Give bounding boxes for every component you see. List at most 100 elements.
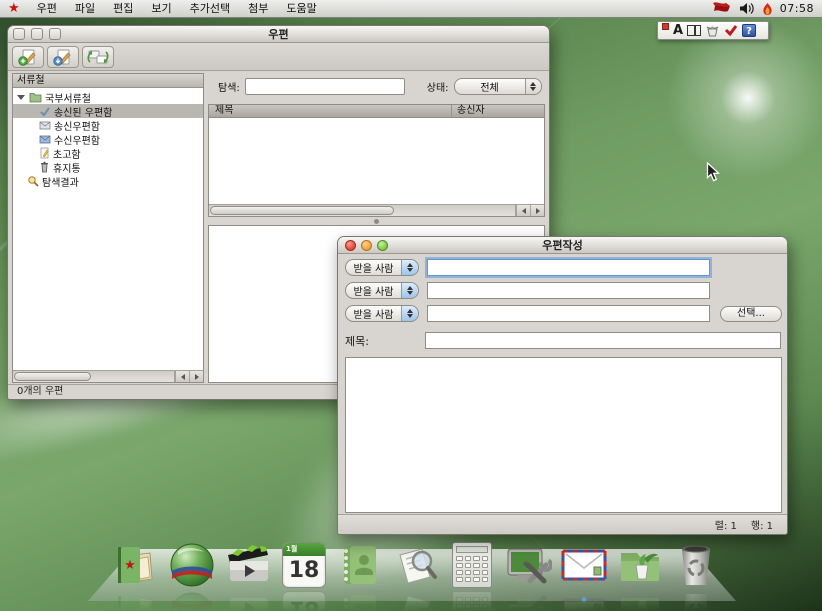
subject-label: 제목: xyxy=(345,333,418,349)
search-input[interactable] xyxy=(245,78,405,95)
scroll-thumb[interactable] xyxy=(210,206,394,215)
tree-label: 초고함 xyxy=(53,146,81,161)
scroll-right-button[interactable] xyxy=(189,371,203,382)
zoom-button[interactable] xyxy=(377,240,388,251)
menu-mail[interactable]: 우편 xyxy=(28,0,66,18)
tree-label: 송신된 우편함 xyxy=(54,104,112,119)
ink-cup-icon[interactable] xyxy=(705,24,720,38)
latin-mode-icon[interactable]: A xyxy=(673,22,683,39)
recipient-type-dropdown[interactable]: 받을 사람 xyxy=(345,282,419,299)
recipient-row-2: 받을 사람 xyxy=(345,282,710,299)
calendar-month-label: 1월 xyxy=(283,543,325,556)
dock-calendar-icon[interactable]: 1월 18 xyxy=(280,541,328,589)
message-list-hscrollbar[interactable] xyxy=(209,204,544,216)
volume-icon[interactable] xyxy=(739,2,755,15)
tree-item-outbox[interactable]: 송신우편함 xyxy=(13,118,203,132)
tree-item-drafts[interactable]: 초고함 xyxy=(13,146,203,160)
subject-input[interactable] xyxy=(425,332,781,349)
menu-options[interactable]: 추가선택 xyxy=(181,0,239,18)
scroll-left-button[interactable] xyxy=(516,205,530,216)
folder-pane-hscrollbar[interactable] xyxy=(13,370,203,382)
search-label: 탐색: xyxy=(218,79,240,94)
window-minimize-button[interactable] xyxy=(31,28,43,40)
dropdown-stepper-icon[interactable] xyxy=(401,306,418,321)
dock-stationery-icon[interactable] xyxy=(616,541,664,589)
folder-pane-header: 서류철 xyxy=(13,74,203,88)
layout-icon[interactable] xyxy=(687,25,701,36)
dock-file-search-icon[interactable] xyxy=(392,541,440,589)
clock: 07:58 xyxy=(780,2,814,15)
dropdown-stepper-icon[interactable] xyxy=(401,260,418,275)
mouse-cursor xyxy=(706,162,720,182)
recipient-type-dropdown[interactable]: 받을 사람 xyxy=(345,305,419,322)
recipient-row-3: 받을 사람 선택... xyxy=(345,305,782,322)
select-recipient-button[interactable]: 선택... xyxy=(720,306,782,322)
check-tool-icon[interactable] xyxy=(724,24,738,37)
dropdown-stepper-icon[interactable] xyxy=(401,283,418,298)
menu-file[interactable]: 파일 xyxy=(66,0,104,18)
menu-help[interactable]: 도움말 xyxy=(277,0,325,18)
scroll-left-button[interactable] xyxy=(175,371,189,382)
scroll-right-button[interactable] xyxy=(530,205,544,216)
window-zoom-button[interactable] xyxy=(49,28,61,40)
palette-close-icon[interactable] xyxy=(662,23,669,30)
compose-window-title: 우편작성 xyxy=(542,239,582,252)
menu-edit[interactable]: 편집 xyxy=(104,0,142,18)
column-sender[interactable]: 송신자 xyxy=(452,105,544,117)
compose-new-button[interactable] xyxy=(12,46,44,68)
recipient-row-1: 받을 사람 xyxy=(345,259,710,276)
flag-icon[interactable] xyxy=(712,2,732,15)
message-list-header: 제목 송신자 xyxy=(209,105,544,118)
tree-label: 휴지통 xyxy=(53,160,81,175)
recipient-input-3[interactable] xyxy=(427,305,710,322)
menu-bar: ★ 우편 파일 편집 보기 추가선택 첨부 도움말 07:58 xyxy=(0,0,822,18)
compose-reply-icon xyxy=(52,49,74,66)
tree-item-received-mailbox[interactable]: 송신된 우편함 xyxy=(13,104,203,118)
recipient-type-dropdown[interactable]: 받을 사람 xyxy=(345,259,419,276)
dock-address-book-icon[interactable] xyxy=(336,541,384,589)
dock-mail-icon[interactable] xyxy=(560,541,608,589)
tree-item-trash[interactable]: 휴지통 xyxy=(13,160,203,174)
message-list-body[interactable] xyxy=(209,118,544,204)
tree-label: 국부서류철 xyxy=(45,90,91,105)
cursor-column-indicator: 렬: 1 xyxy=(715,517,737,532)
window-close-button[interactable] xyxy=(13,28,25,40)
close-button[interactable] xyxy=(345,240,356,251)
folder-pane: 서류철 국부서류철 송신된 우편함 xyxy=(12,73,204,383)
disclosure-triangle-icon[interactable] xyxy=(17,95,25,100)
tree-root-local-folders[interactable]: 국부서류철 xyxy=(13,90,203,104)
column-subject[interactable]: 제목 xyxy=(209,105,452,117)
dock-calculator-icon[interactable] xyxy=(448,541,496,589)
status-filter-dropdown[interactable]: 전체 xyxy=(454,78,542,95)
dock-web-browser-icon[interactable] xyxy=(168,541,216,589)
message-list: 제목 송신자 xyxy=(208,104,545,217)
compose-window: 우편작성 받을 사람 받을 사람 받을 사람 선택... 제 xyxy=(337,236,788,535)
pane-splitter[interactable] xyxy=(208,217,545,225)
tree-item-inbox[interactable]: 수신우편함 xyxy=(13,132,203,146)
status-filter-label: 상태: xyxy=(427,79,449,94)
recipient-input-1[interactable] xyxy=(427,259,710,276)
dock-trash-icon[interactable] xyxy=(672,541,720,589)
calendar-day-label: 18 xyxy=(283,556,325,586)
dock-file-manager-icon[interactable]: ★ xyxy=(112,541,160,589)
help-icon[interactable]: ? xyxy=(742,24,756,37)
flame-icon[interactable] xyxy=(762,2,773,16)
compose-window-titlebar[interactable]: 우편작성 xyxy=(338,237,787,254)
drafts-icon xyxy=(39,147,50,159)
tree-item-search-results[interactable]: 탐색결과 xyxy=(13,174,203,188)
menu-attach[interactable]: 첨부 xyxy=(239,0,277,18)
dropdown-stepper-icon[interactable] xyxy=(525,79,541,94)
menu-view[interactable]: 보기 xyxy=(142,0,180,18)
desktop-screen: ★ 우편 파일 편집 보기 추가선택 첨부 도움말 07:58 xyxy=(0,0,822,611)
message-body-input[interactable] xyxy=(345,357,782,513)
send-receive-button[interactable] xyxy=(82,46,114,68)
red-star-icon[interactable]: ★ xyxy=(8,0,20,18)
recipient-input-2[interactable] xyxy=(427,282,710,299)
compose-reply-button[interactable] xyxy=(47,46,79,68)
minimize-button[interactable] xyxy=(361,240,372,251)
mail-window-title: 우편 xyxy=(268,28,288,41)
mail-window-titlebar[interactable]: 우편 xyxy=(8,26,549,43)
dock-system-tools-icon[interactable] xyxy=(504,541,552,589)
dock-media-player-icon[interactable] xyxy=(224,541,272,589)
scroll-thumb[interactable] xyxy=(14,372,91,381)
